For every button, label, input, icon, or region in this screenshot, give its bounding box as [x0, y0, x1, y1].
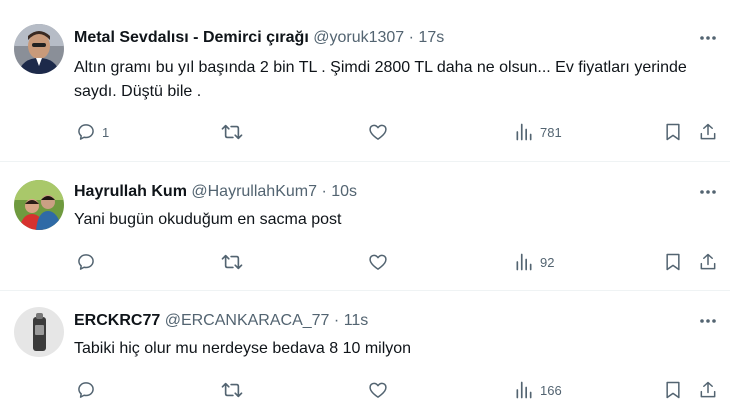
tweet-text: Tabiki hiç olur mu nerdeyse bedava 8 10 … [74, 340, 412, 357]
heart-icon [369, 382, 387, 398]
share-icon [700, 253, 716, 270]
ellipsis-icon [700, 190, 716, 194]
avatar[interactable] [14, 307, 64, 357]
bookmark-button[interactable] [663, 380, 683, 400]
tweet-text: Altın gramı bu yıl başında 2 bin TL . Şi… [74, 59, 687, 100]
views-chart-icon [516, 253, 532, 271]
view-count: 166 [540, 382, 562, 398]
share-icon [700, 123, 716, 140]
reply-icon [78, 382, 94, 398]
share-icon [700, 381, 716, 398]
author-handle[interactable]: @yoruk1307 [313, 29, 404, 46]
view-count: 781 [540, 124, 562, 140]
view-count: 92 [540, 254, 555, 270]
reply-count: 1 [102, 124, 110, 140]
share-button[interactable] [698, 380, 718, 400]
author-handle[interactable]: @HayrullahKum7 [191, 183, 317, 200]
reply-tweet-2[interactable]: Hayrullah Kum @HayrullahKum7 · 10s Yani … [0, 162, 730, 290]
heart-icon [369, 254, 387, 270]
views-button[interactable]: 781 [514, 122, 562, 142]
repost-icon [221, 382, 243, 398]
repost-icon [221, 124, 243, 140]
views-button[interactable]: 166 [514, 380, 562, 400]
bookmark-icon [666, 381, 680, 399]
ellipsis-icon [700, 319, 716, 323]
views-chart-icon [516, 123, 532, 141]
bookmark-icon [666, 253, 680, 271]
like-button[interactable] [368, 380, 388, 400]
separator-dot: · [321, 183, 327, 200]
bookmark-button[interactable] [663, 252, 683, 272]
ellipsis-icon [700, 36, 716, 40]
share-button[interactable] [698, 122, 718, 142]
author-handle[interactable]: @ERCANKARACA_77 [165, 312, 330, 329]
timestamp[interactable]: 17s [418, 29, 444, 46]
share-button[interactable] [698, 252, 718, 272]
author-name[interactable]: ERCKRC77 [74, 312, 160, 329]
more-options-button[interactable] [698, 28, 718, 48]
avatar[interactable] [14, 24, 64, 74]
man-photo-icon [14, 24, 64, 74]
object-photo-icon [14, 307, 64, 357]
reply-icon [78, 254, 94, 270]
separator-dot: · [333, 312, 340, 329]
views-button[interactable]: 92 [514, 252, 554, 272]
repost-button[interactable] [221, 380, 243, 400]
more-options-button[interactable] [698, 311, 718, 331]
bookmark-icon [666, 123, 680, 141]
like-button[interactable] [368, 122, 388, 142]
reply-button[interactable]: 1 [76, 122, 109, 142]
reply-tweet-1[interactable]: Metal Sevdalısı - Demirci çırağı @yoruk1… [0, 0, 730, 160]
reply-button[interactable] [76, 252, 102, 272]
separator-dot: · [408, 29, 414, 46]
more-options-button[interactable] [698, 182, 718, 202]
reply-button[interactable] [76, 380, 102, 400]
author-name[interactable]: Metal Sevdalısı - Demirci çırağı [74, 29, 309, 46]
author-name[interactable]: Hayrullah Kum [74, 183, 187, 200]
reply-icon [78, 124, 94, 140]
bookmark-button[interactable] [663, 122, 683, 142]
like-button[interactable] [368, 252, 388, 272]
views-chart-icon [516, 381, 532, 399]
repost-button[interactable] [221, 122, 243, 142]
repost-icon [221, 254, 243, 270]
tweet-text: Yani bugün okuduğum en sacma post [74, 211, 342, 228]
repost-button[interactable] [221, 252, 243, 272]
reply-tweet-3[interactable]: ERCKRC77 @ERCANKARACA_77 · 11s Tabiki hi… [0, 291, 730, 420]
heart-icon [369, 124, 387, 140]
two-people-outdoor-photo-icon [14, 180, 64, 230]
avatar[interactable] [14, 180, 64, 230]
timestamp[interactable]: 11s [344, 312, 369, 329]
timestamp[interactable]: 10s [331, 183, 357, 200]
